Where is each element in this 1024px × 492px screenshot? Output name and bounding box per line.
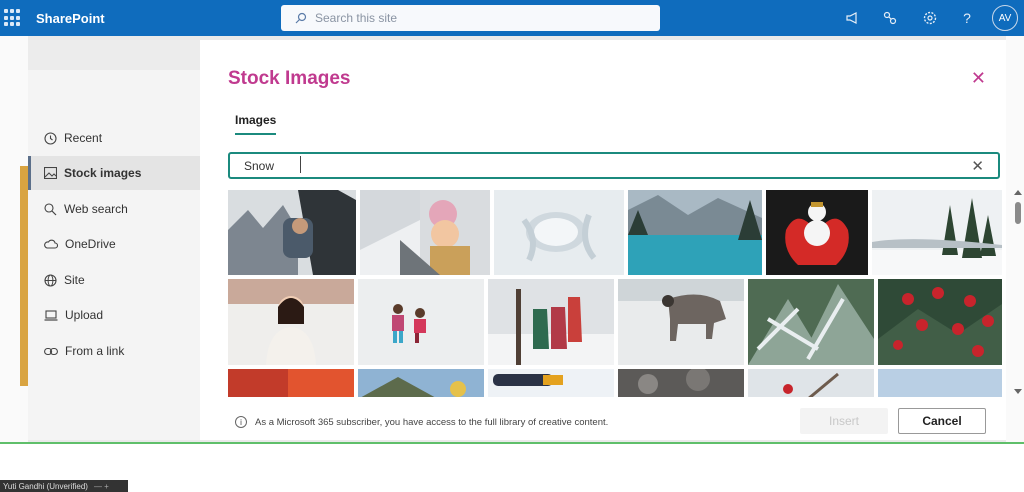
image-tile[interactable] — [358, 369, 484, 397]
image-tile[interactable] — [618, 369, 744, 397]
nav-item-stock-images[interactable]: Stock images — [28, 156, 200, 190]
scroll-down-icon[interactable] — [1014, 389, 1022, 394]
image-tile[interactable] — [872, 190, 1002, 275]
grid-scrollbar[interactable] — [1014, 186, 1022, 398]
image-icon — [44, 167, 57, 179]
nav-label: From a link — [65, 344, 125, 358]
cloud-icon — [44, 239, 58, 249]
meeting-frame-border — [0, 442, 1024, 444]
participant-controls[interactable]: — + — [94, 482, 109, 491]
info-icon: i — [235, 416, 247, 428]
background-page-left — [0, 36, 28, 442]
insert-button[interactable]: Insert — [800, 408, 888, 434]
image-tile[interactable] — [748, 279, 874, 365]
image-tile[interactable] — [748, 369, 874, 397]
nav-label: OneDrive — [65, 237, 116, 251]
nav-item-web-search[interactable]: Web search — [28, 192, 200, 226]
image-tile[interactable] — [360, 190, 490, 275]
scroll-up-icon[interactable] — [1014, 190, 1022, 195]
subscriber-note-text: As a Microsoft 365 subscriber, you have … — [255, 416, 609, 428]
link-icon — [44, 347, 58, 355]
image-search-input[interactable]: Snow ✕ — [228, 152, 1000, 179]
help-icon[interactable]: ? — [958, 9, 976, 27]
tab-images[interactable]: Images — [235, 113, 277, 135]
search-value: Snow — [244, 158, 275, 173]
image-tile[interactable] — [228, 279, 354, 365]
share-icon[interactable] — [881, 9, 899, 27]
participant-label: Yuti Gandhi (Unverified) — + — [0, 480, 128, 492]
nav-item-recent[interactable]: Recent — [28, 121, 200, 155]
clear-search-icon[interactable]: ✕ — [971, 157, 984, 175]
image-tile[interactable] — [494, 190, 624, 275]
nav-label: Site — [64, 273, 85, 287]
globe-icon — [44, 273, 57, 287]
scroll-thumb[interactable] — [1015, 202, 1021, 224]
nav-label: Upload — [65, 308, 104, 322]
participant-name: Yuti Gandhi (Unverified) — [3, 481, 88, 491]
image-tile[interactable] — [228, 190, 356, 275]
image-tile[interactable] — [618, 279, 744, 365]
search-placeholder: Search this site — [315, 11, 398, 25]
laptop-icon — [44, 309, 58, 321]
image-tile[interactable] — [878, 369, 1002, 397]
nav-label: Web search — [64, 202, 128, 216]
nav-item-onedrive[interactable]: OneDrive — [28, 227, 200, 261]
nav-item-upload[interactable]: Upload — [28, 298, 200, 332]
nav-label: Stock images — [64, 166, 142, 180]
image-tile[interactable] — [878, 279, 1002, 365]
app-name[interactable]: SharePoint — [36, 11, 105, 26]
suite-header: SharePoint Search this site ? AV — [0, 0, 1024, 36]
gear-icon[interactable] — [921, 9, 939, 27]
cancel-button[interactable]: Cancel — [898, 408, 986, 434]
dialog-title: Stock Images — [228, 68, 351, 89]
image-tile[interactable] — [358, 279, 484, 365]
nav-item-from-a-link[interactable]: From a link — [28, 334, 200, 368]
nav-label: Recent — [64, 131, 103, 145]
clock-icon — [44, 131, 57, 145]
app-launcher-icon[interactable] — [4, 9, 22, 27]
image-tile[interactable] — [628, 190, 762, 275]
source-nav: Recent Stock images Web search OneDrive … — [28, 40, 200, 440]
image-tile[interactable] — [228, 369, 354, 397]
close-icon[interactable]: ✕ — [971, 68, 986, 89]
dialog-main: Stock Images ✕ Images Snow ✕ i As a Micr… — [200, 40, 1006, 440]
image-tile[interactable] — [766, 190, 868, 275]
text-cursor — [300, 156, 301, 173]
subscriber-note: i As a Microsoft 365 subscriber, you hav… — [235, 416, 608, 428]
stock-images-dialog: Recent Stock images Web search OneDrive … — [28, 40, 1006, 440]
site-search-box[interactable]: Search this site — [281, 5, 660, 31]
nav-item-site[interactable]: Site — [28, 263, 200, 297]
search-icon — [44, 202, 57, 215]
search-icon — [295, 12, 307, 24]
image-results-grid — [228, 190, 1002, 397]
image-tile[interactable] — [488, 369, 614, 397]
image-tile[interactable] — [488, 279, 614, 365]
avatar[interactable]: AV — [992, 5, 1018, 31]
megaphone-icon[interactable] — [844, 9, 862, 27]
